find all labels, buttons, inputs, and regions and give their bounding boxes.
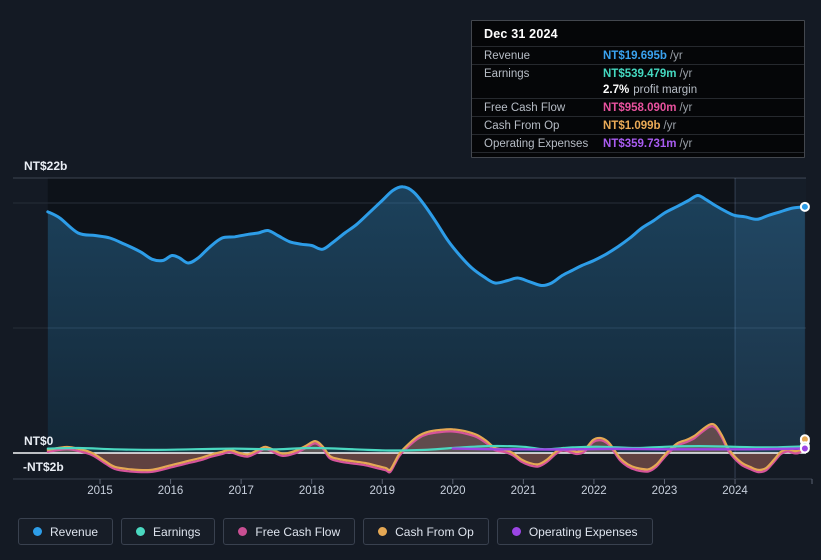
y-axis-label: NT$22b (24, 159, 67, 173)
x-axis-year-label: 2017 (228, 485, 254, 497)
tooltip-date: Dec 31 2024 (472, 21, 804, 47)
legend-item-revenue[interactable]: Revenue (18, 518, 114, 545)
legend-item-free-cash-flow[interactable]: Free Cash Flow (223, 518, 356, 545)
x-axis-year-label: 2020 (440, 485, 466, 497)
chart-tooltip: Dec 31 2024 Revenue NT$19.695b /yr Earni… (471, 20, 805, 158)
tooltip-value: NT$958.090m (603, 101, 677, 114)
legend-label: Revenue (50, 524, 99, 539)
tooltip-row-earnings: Earnings NT$539.479m /yr (472, 64, 804, 82)
x-axis-year-label: 2016 (158, 485, 184, 497)
x-axis-year-label: 2015 (87, 485, 113, 497)
x-axis-year-label: 2024 (722, 485, 748, 497)
tooltip-suffix: /yr (679, 137, 693, 150)
y-axis-label-min: -NT$2b (23, 460, 64, 474)
x-axis-year-label: 2019 (369, 485, 395, 497)
tooltip-value: NT$19.695b (603, 49, 667, 62)
line-operating-expenses (451, 447, 807, 451)
legend-item-cash-from-op[interactable]: Cash From Op (363, 518, 489, 545)
financial-history-chart-panel: NT$22b NT$0 -NT$2b 2015 2016 2017 2018 2019 2020… (0, 0, 821, 560)
cash-from-op-dot-icon (378, 527, 388, 536)
tooltip-label: Revenue (484, 49, 531, 62)
tooltip-suffix: /yr (679, 67, 693, 80)
legend-label: Cash From Op (395, 524, 474, 539)
free-cash-flow-dot-icon (238, 527, 248, 536)
end-marker-operating-expenses (799, 443, 810, 454)
revenue-dot-icon (33, 527, 42, 536)
tooltip-suffix: /yr (663, 119, 677, 132)
profit-margin-label: profit margin (633, 84, 698, 96)
tooltip-label: Free Cash Flow (484, 101, 566, 114)
x-axis-year-label: 2021 (511, 485, 537, 497)
legend-label: Free Cash Flow (255, 524, 341, 539)
tooltip-value: NT$359.731m (603, 137, 677, 150)
tooltip-row-operating-expenses: Operating Expenses NT$359.731m /yr (472, 134, 804, 153)
tooltip-row-cash-from-op: Cash From Op NT$1.099b /yr (472, 116, 804, 134)
x-axis-year-label: 2018 (299, 485, 325, 497)
tooltip-suffix: /yr (679, 101, 693, 114)
legend-label: Earnings (153, 524, 201, 539)
profit-margin-value: 2.7% (603, 84, 630, 96)
x-axis-year-label: 2022 (581, 485, 607, 497)
tooltip-suffix: /yr (669, 49, 683, 62)
earnings-dot-icon (136, 527, 146, 536)
legend-label: Operating Expenses (528, 524, 638, 539)
tooltip-value: NT$1.099b (603, 119, 661, 132)
tooltip-row-profit-margin: 2.7% profit margin (472, 82, 804, 98)
tooltip-row-free-cash-flow: Free Cash Flow NT$958.090m /yr (472, 98, 804, 116)
end-marker-revenue (799, 201, 810, 212)
tooltip-label: Operating Expenses (484, 137, 589, 150)
tooltip-value: NT$539.479m (603, 67, 677, 80)
operating-expenses-dot-icon (511, 527, 521, 536)
x-axis-year-label: 2023 (652, 485, 678, 497)
tooltip-label: Cash From Op (484, 119, 560, 132)
y-axis-label-zero: NT$0 (24, 434, 54, 448)
legend-item-earnings[interactable]: Earnings (121, 518, 216, 545)
tooltip-row-revenue: Revenue NT$19.695b /yr (472, 47, 804, 64)
chart-legend: Revenue Earnings Free Cash Flow Cash Fro… (18, 518, 653, 545)
legend-item-operating-expenses[interactable]: Operating Expenses (496, 518, 653, 545)
tooltip-label: Earnings (484, 67, 530, 80)
